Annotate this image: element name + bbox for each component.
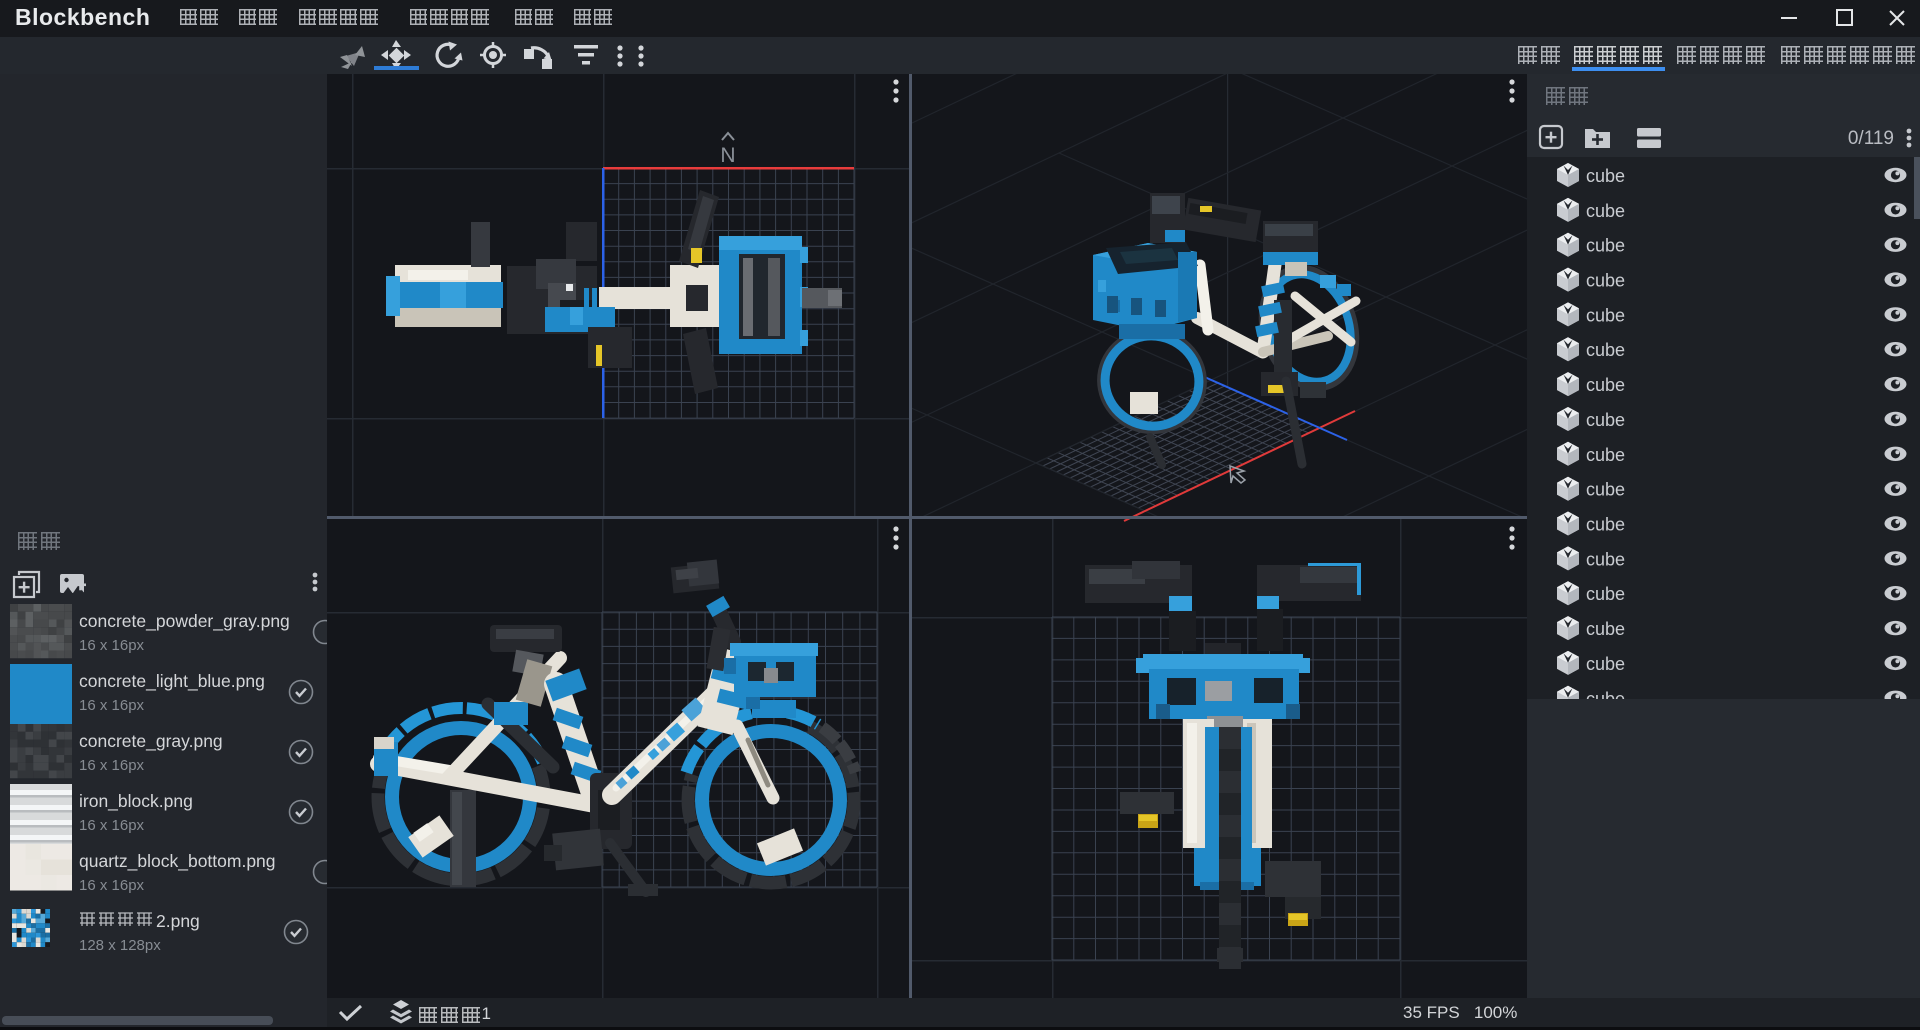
svg-text:concrete_gray.png: concrete_gray.png: [79, 731, 223, 752]
svg-text:2.png: 2.png: [156, 911, 200, 931]
svg-text:16 x 16px: 16 x 16px: [79, 637, 145, 654]
svg-text:16 x 16px: 16 x 16px: [79, 757, 145, 774]
svg-text:quartz_block_bottom.png: quartz_block_bottom.png: [79, 851, 276, 872]
svg-text:iron_block.png: iron_block.png: [79, 791, 193, 812]
svg-text:concrete_light_blue.png: concrete_light_blue.png: [79, 671, 265, 692]
svg-text:16 x 16px: 16 x 16px: [79, 877, 145, 894]
svg-text:0/119: 0/119: [1848, 128, 1894, 149]
svg-text:128 x 128px: 128 x 128px: [79, 937, 161, 954]
svg-text:N: N: [720, 144, 735, 167]
svg-text:16 x 16px: 16 x 16px: [79, 817, 145, 834]
svg-text:16 x 16px: 16 x 16px: [79, 697, 145, 714]
svg-text:concrete_powder_gray.png: concrete_powder_gray.png: [79, 611, 290, 632]
